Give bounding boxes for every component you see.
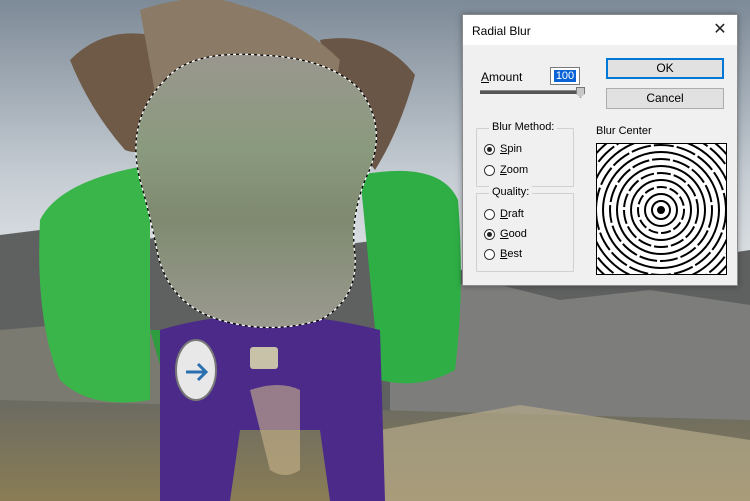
radio-button[interactable] <box>484 143 495 155</box>
close-icon[interactable]: ✕ <box>703 15 737 45</box>
radial-blur-dialog: Radial Blur ✕ Amount 100 OK Cancel Blur … <box>462 14 738 286</box>
radio-button[interactable] <box>484 208 495 220</box>
dialog-titlebar[interactable]: Radial Blur ✕ <box>463 15 737 45</box>
quality-group: Quality: Draft Good Best <box>476 186 574 272</box>
amount-label: Amount <box>481 70 523 84</box>
dialog-title: Radial Blur <box>472 24 531 38</box>
quality-label: Quality: <box>489 186 533 198</box>
amount-slider-track[interactable] <box>480 90 582 94</box>
amount-input[interactable]: 100 <box>550 67 580 85</box>
radio-zoom[interactable]: Zoom <box>484 162 528 178</box>
radio-button[interactable] <box>484 164 495 176</box>
cancel-button[interactable]: Cancel <box>606 88 724 109</box>
blur-method-group: Blur Method: Spin Zoom <box>476 121 574 187</box>
radio-good[interactable]: Good <box>484 226 527 242</box>
radio-spin[interactable]: Spin <box>484 141 522 157</box>
blur-center-preview[interactable] <box>596 143 727 275</box>
amount-slider-thumb[interactable] <box>576 87 585 98</box>
radio-button[interactable] <box>484 248 495 260</box>
radio-draft[interactable]: Draft <box>484 206 524 222</box>
radio-best[interactable]: Best <box>484 246 522 262</box>
ok-button[interactable]: OK <box>606 58 724 79</box>
blur-method-label: Blur Method: <box>489 121 558 133</box>
radio-button[interactable] <box>484 228 495 240</box>
blur-center-label: Blur Center <box>596 125 652 137</box>
